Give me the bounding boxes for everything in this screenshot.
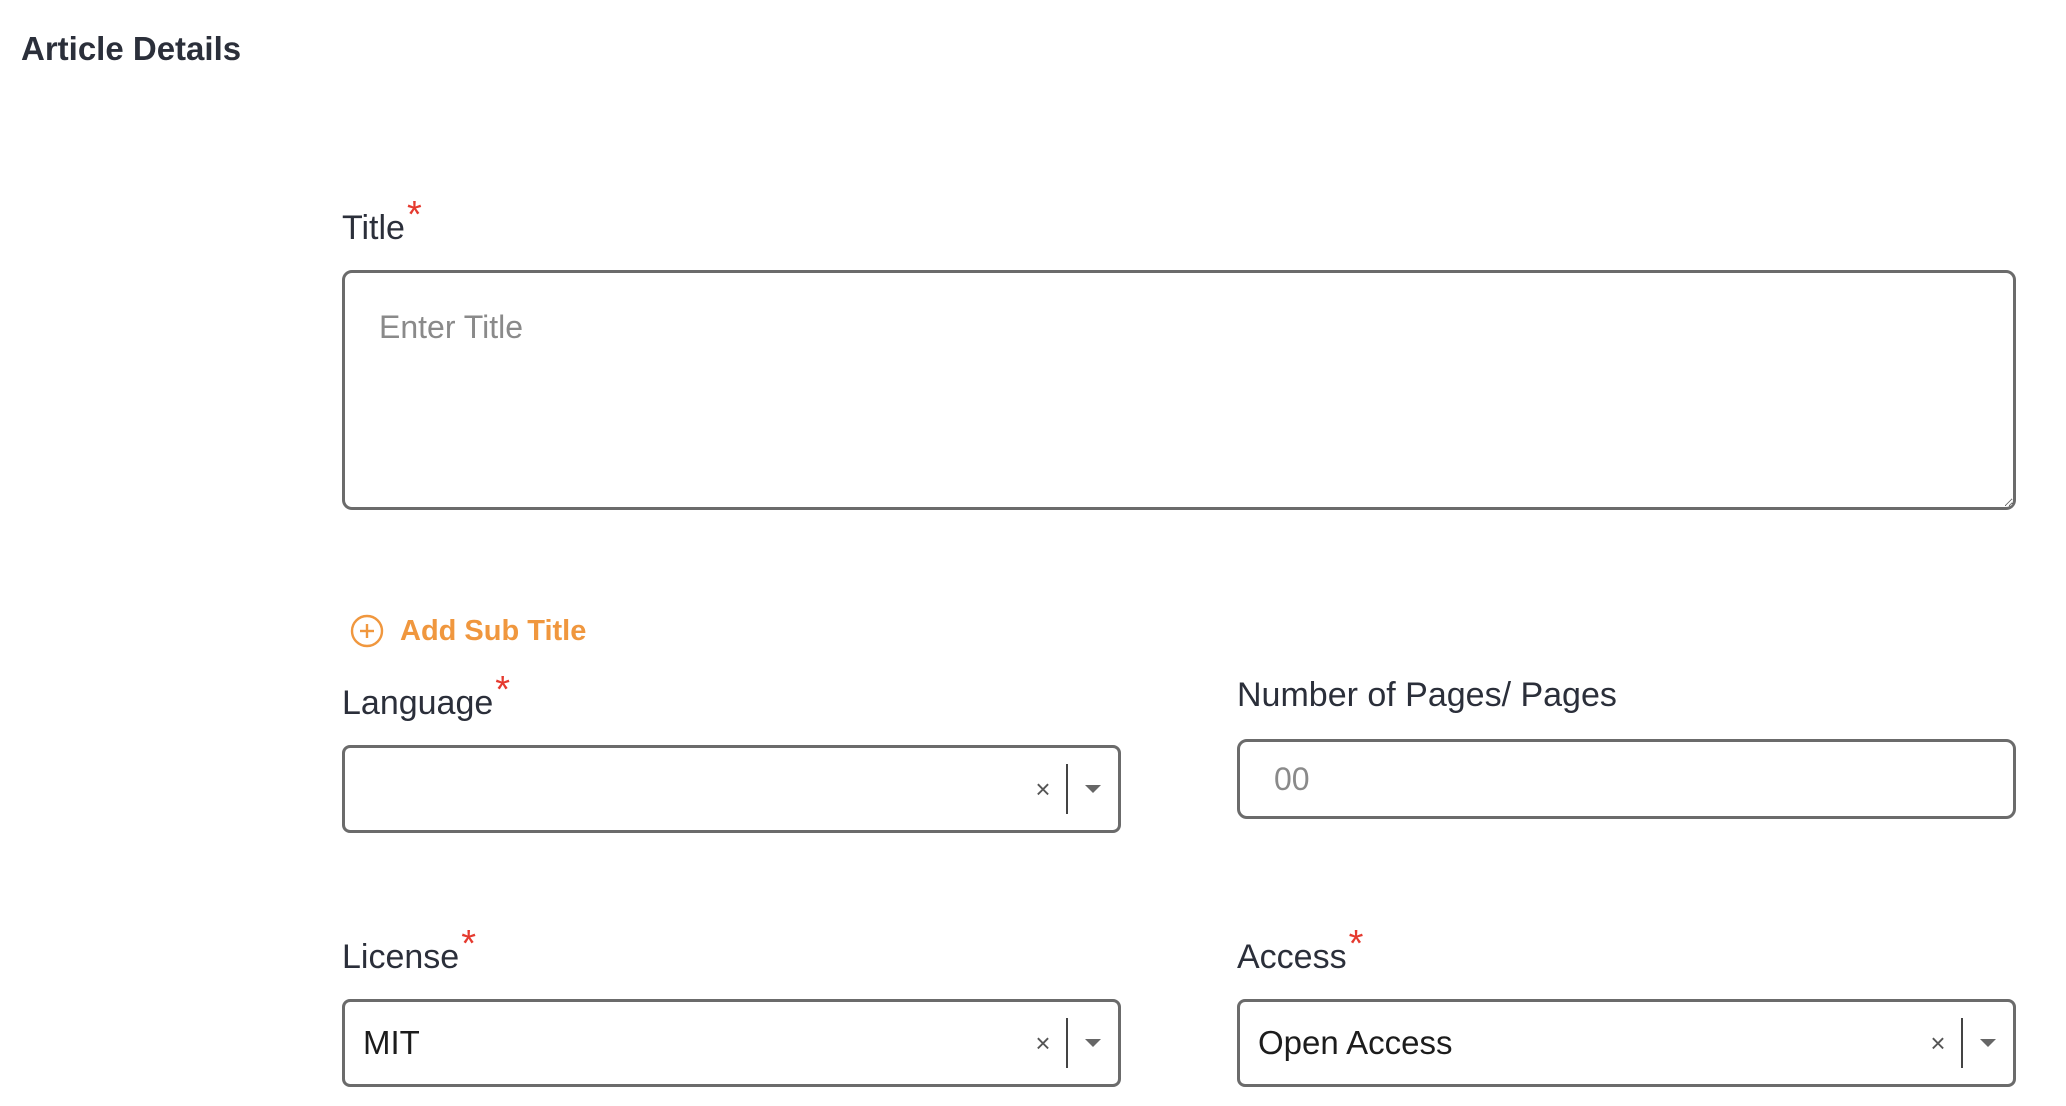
access-select[interactable]: Open Access × [1237, 999, 2016, 1087]
add-subtitle-label: Add Sub Title [400, 614, 587, 647]
chevron-down-icon[interactable] [1068, 785, 1118, 793]
language-label-text: Language [342, 684, 494, 722]
section-heading: Article Details [21, 30, 242, 67]
language-select-controls: × [1020, 748, 1118, 830]
required-mark: * [461, 923, 476, 965]
access-label-text: Access [1237, 938, 1347, 976]
pages-label: Number of Pages/ Pages [1237, 676, 1617, 714]
language-select[interactable]: × [342, 745, 1121, 833]
access-label: Access* [1237, 923, 1363, 978]
license-label-text: License [342, 938, 460, 976]
access-select-controls: × [1915, 1002, 2013, 1084]
clear-icon[interactable]: × [1915, 1030, 1961, 1056]
add-subtitle-button[interactable]: Add Sub Title [350, 614, 586, 648]
plus-circle-icon [350, 614, 384, 648]
license-select-controls: × [1020, 1002, 1118, 1084]
title-label-text: Title [342, 209, 405, 247]
clear-icon[interactable]: × [1020, 776, 1066, 802]
access-select-value: Open Access [1258, 1024, 1453, 1061]
pages-input[interactable] [1237, 739, 2016, 819]
language-label: Language* [342, 669, 510, 724]
required-mark: * [495, 669, 511, 711]
title-input[interactable] [342, 270, 2016, 510]
chevron-down-icon[interactable] [1068, 1039, 1118, 1047]
required-mark: * [406, 194, 422, 236]
license-select-value: MIT [363, 1024, 420, 1061]
required-mark: * [1348, 923, 1364, 965]
clear-icon[interactable]: × [1020, 1030, 1066, 1056]
license-label: License* [342, 923, 476, 978]
title-label: Title* [342, 194, 422, 249]
license-select[interactable]: MIT × [342, 999, 1121, 1087]
chevron-down-icon[interactable] [1963, 1039, 2013, 1047]
